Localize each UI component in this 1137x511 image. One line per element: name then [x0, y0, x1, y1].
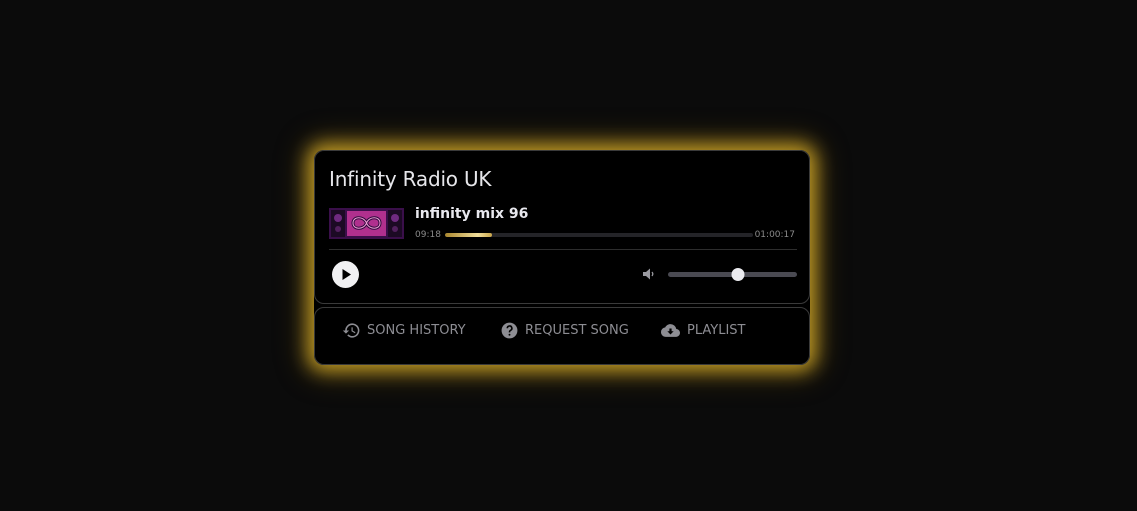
divider [329, 249, 797, 250]
tab-playlist-label: PLAYLIST [687, 322, 746, 338]
album-cover [329, 208, 404, 239]
tab-song-history[interactable]: SONG HISTORY [342, 320, 466, 340]
volume-slider[interactable] [668, 268, 797, 281]
tab-playlist[interactable]: PLAYLIST [660, 320, 745, 340]
time-total: 01:00:17 [754, 230, 795, 240]
bottom-tabs: SONG HISTORY REQUEST SONG PLAYLIST [314, 307, 810, 365]
volume-icon[interactable] [641, 266, 657, 282]
progress-fill [445, 233, 493, 237]
play-button[interactable] [332, 261, 359, 288]
song-title: infinity mix 96 [415, 206, 529, 222]
radio-player-widget: Infinity Radio UK infinity mix 96 09:18 … [314, 150, 810, 365]
question-circle-icon [501, 322, 518, 338]
cloud-download-icon [661, 323, 680, 337]
play-icon [342, 269, 351, 280]
player-panel: Infinity Radio UK infinity mix 96 09:18 … [314, 150, 810, 304]
progress-bar[interactable] [445, 233, 753, 237]
station-title: Infinity Radio UK [329, 167, 492, 191]
volume-slider-thumb[interactable] [731, 268, 745, 281]
tab-song-history-label: SONG HISTORY [367, 322, 466, 338]
infinity-artwork-icon [329, 208, 404, 239]
tab-request-song-label: REQUEST SONG [525, 322, 629, 338]
time-elapsed: 09:18 [415, 230, 441, 240]
history-icon [342, 322, 360, 338]
tab-request-song[interactable]: REQUEST SONG [500, 320, 629, 340]
